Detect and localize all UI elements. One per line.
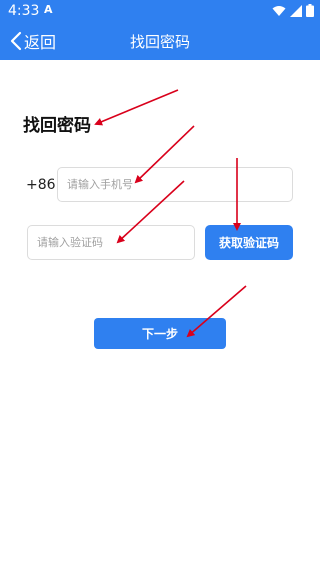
signal-icon [290, 4, 302, 17]
country-code[interactable]: +86 [26, 177, 56, 193]
top-bar: 4:33 A 返回 找回密码 [0, 0, 320, 60]
wifi-icon [272, 5, 286, 16]
page-title: 找回密码 [129, 33, 190, 51]
get-code-button[interactable]: 获取验证码 [205, 225, 293, 260]
form-heading: 找回密码 [23, 116, 91, 136]
annotation-arrow [94, 89, 179, 126]
status-bar: 4:33 A [0, 0, 320, 22]
status-time: 4:33 [8, 3, 40, 19]
phone-input[interactable] [57, 167, 293, 202]
battery-icon [306, 4, 314, 17]
notification-icon: A [44, 3, 53, 16]
status-icons [272, 4, 314, 17]
next-step-button[interactable]: 下一步 [94, 318, 226, 349]
nav-bar: 返回 找回密码 [0, 22, 320, 60]
annotation-arrows [94, 89, 247, 338]
verification-code-input[interactable] [27, 225, 195, 260]
